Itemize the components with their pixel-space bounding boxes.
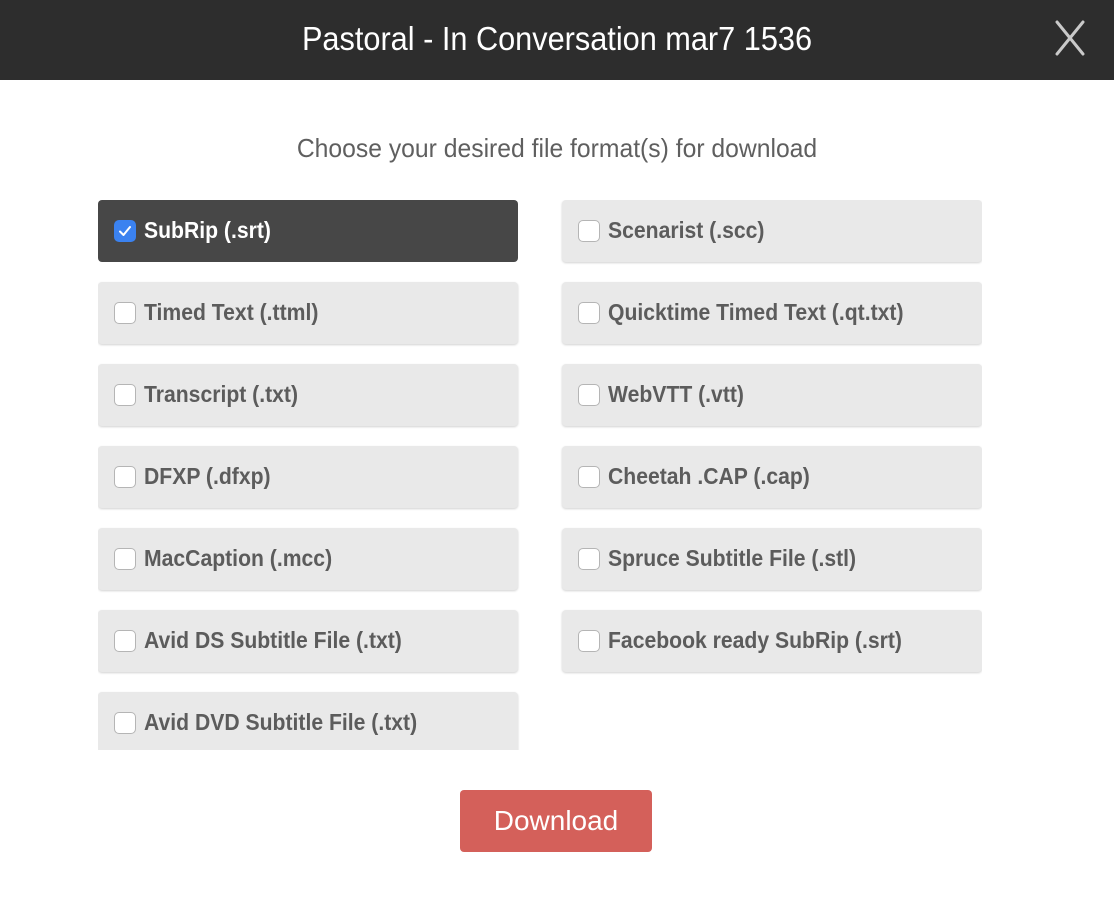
format-checkbox[interactable]: [114, 302, 136, 324]
format-checkbox[interactable]: [578, 220, 600, 242]
format-option[interactable]: Avid DVD Subtitle File (.txt): [98, 692, 518, 750]
format-checkbox[interactable]: [114, 548, 136, 570]
format-option[interactable]: Scenarist (.scc): [562, 200, 982, 262]
format-option[interactable]: Transcript (.txt): [98, 364, 518, 426]
format-label: MacCaption (.mcc): [144, 545, 333, 571]
download-button[interactable]: Download: [460, 790, 652, 852]
format-label: Avid DS Subtitle File (.txt): [144, 627, 402, 653]
format-label: Spruce Subtitle File (.stl): [608, 545, 857, 571]
download-formats-dialog: Pastoral - In Conversation mar7 1536 Cho…: [0, 0, 1114, 920]
format-label: SubRip (.srt): [144, 217, 271, 243]
format-option[interactable]: MacCaption (.mcc): [98, 528, 518, 590]
format-label: WebVTT (.vtt): [608, 381, 744, 407]
format-option[interactable]: Avid DS Subtitle File (.txt): [98, 610, 518, 672]
format-checkbox[interactable]: [114, 466, 136, 488]
format-label: Avid DVD Subtitle File (.txt): [144, 709, 418, 735]
format-option[interactable]: WebVTT (.vtt): [562, 364, 982, 426]
format-grid: SubRip (.srt) Scenarist (.scc) Timed Tex…: [98, 200, 982, 750]
dialog-header: Pastoral - In Conversation mar7 1536: [0, 0, 1114, 80]
format-checkbox[interactable]: [578, 548, 600, 570]
format-checkbox[interactable]: [578, 384, 600, 406]
format-label: Scenarist (.scc): [608, 217, 765, 243]
format-checkbox[interactable]: [578, 630, 600, 652]
checkmark-icon: [119, 226, 131, 236]
format-option[interactable]: Quicktime Timed Text (.qt.txt): [562, 282, 982, 344]
format-option[interactable]: DFXP (.dfxp): [98, 446, 518, 508]
format-option[interactable]: SubRip (.srt): [98, 200, 518, 262]
format-label: Quicktime Timed Text (.qt.txt): [608, 299, 904, 325]
format-list[interactable]: SubRip (.srt) Scenarist (.scc) Timed Tex…: [98, 200, 982, 750]
format-label: Facebook ready SubRip (.srt): [608, 627, 902, 653]
dialog-subtitle: Choose your desired file format(s) for d…: [296, 133, 818, 163]
format-checkbox[interactable]: [114, 384, 136, 406]
format-option[interactable]: Facebook ready SubRip (.srt): [562, 610, 982, 672]
format-checkbox[interactable]: [114, 712, 136, 734]
format-checkbox[interactable]: [578, 302, 600, 324]
format-label: Cheetah .CAP (.cap): [608, 463, 810, 489]
format-label: Transcript (.txt): [144, 381, 299, 407]
format-checkbox[interactable]: [114, 630, 136, 652]
format-option[interactable]: Spruce Subtitle File (.stl): [562, 528, 982, 590]
format-option[interactable]: Cheetah .CAP (.cap): [562, 446, 982, 508]
format-checkbox[interactable]: [114, 220, 136, 242]
close-x-icon: [1055, 20, 1085, 56]
dialog-title: Pastoral - In Conversation mar7 1536: [301, 20, 813, 57]
format-label: Timed Text (.ttml): [144, 299, 319, 325]
close-button[interactable]: [1050, 18, 1090, 58]
format-option[interactable]: Timed Text (.ttml): [98, 282, 518, 344]
format-label: DFXP (.dfxp): [144, 463, 271, 489]
format-checkbox[interactable]: [578, 466, 600, 488]
